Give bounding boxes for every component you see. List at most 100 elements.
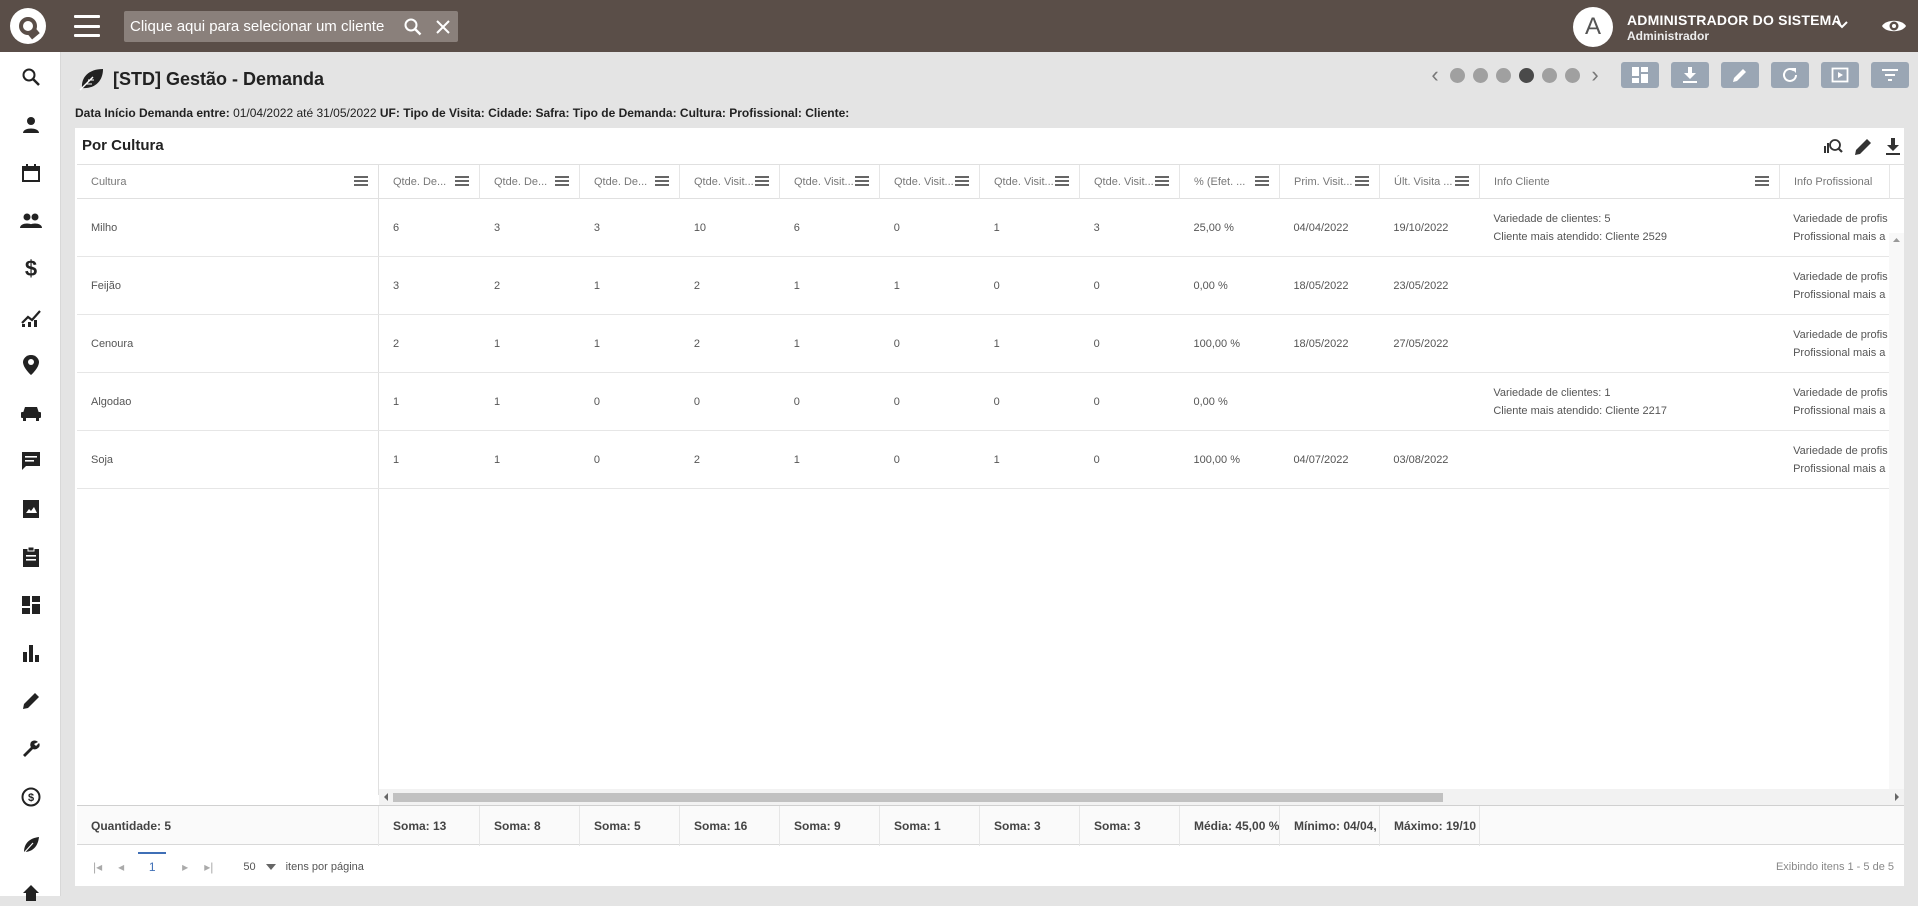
chevron-down-icon[interactable] bbox=[1834, 16, 1850, 37]
pencil-icon[interactable] bbox=[1852, 136, 1874, 158]
leaf-icon[interactable] bbox=[18, 832, 44, 858]
search-icon[interactable] bbox=[398, 11, 428, 42]
current-page[interactable]: 1 bbox=[138, 852, 167, 874]
column-header[interactable]: Qtde. De... bbox=[580, 165, 680, 199]
table-row[interactable]: Algodao bbox=[77, 373, 379, 431]
column-menu-icon[interactable] bbox=[1255, 175, 1269, 190]
column-header[interactable]: Qtde. De... bbox=[480, 165, 580, 199]
dollar-icon[interactable]: $ bbox=[18, 256, 44, 282]
column-menu-icon[interactable] bbox=[1055, 175, 1069, 190]
user-menu[interactable]: A ADMINISTRADOR DO SISTEMA Administrador bbox=[1573, 7, 1842, 47]
refresh-button[interactable] bbox=[1771, 62, 1809, 88]
column-header[interactable]: Info Profissional bbox=[1780, 165, 1890, 199]
page-dot-active[interactable] bbox=[1519, 67, 1534, 83]
client-search[interactable]: Clique aqui para selecionar um cliente bbox=[124, 11, 458, 42]
app-logo[interactable] bbox=[10, 8, 46, 44]
page-dot[interactable] bbox=[1542, 67, 1557, 83]
location-icon[interactable] bbox=[18, 352, 44, 378]
download-icon[interactable] bbox=[1882, 136, 1904, 158]
wrench-icon[interactable] bbox=[18, 736, 44, 762]
column-menu-icon[interactable] bbox=[555, 175, 569, 190]
column-header[interactable]: Qtde. Visit... bbox=[880, 165, 980, 199]
column-header[interactable]: Qtde. Visit... bbox=[1080, 165, 1180, 199]
vertical-scrollbar[interactable] bbox=[1889, 233, 1904, 823]
column-menu-icon[interactable] bbox=[655, 175, 669, 190]
image-icon[interactable] bbox=[18, 496, 44, 522]
column-header[interactable]: Info Cliente bbox=[1480, 165, 1780, 199]
table-row[interactable]: 2 1 1 2 1 0 1 0 100,00 % 18/05/2022 27/05/2022 Vari… bbox=[379, 315, 1889, 373]
person-icon[interactable] bbox=[18, 112, 44, 138]
last-page-icon[interactable]: ▸| bbox=[204, 860, 213, 874]
table-row[interactable]: Soja bbox=[77, 431, 379, 489]
money-history-icon[interactable]: $ bbox=[18, 784, 44, 810]
column-menu-icon[interactable] bbox=[1355, 175, 1369, 190]
table-row[interactable]: 1 1 0 0 0 0 0 0 0,00 % Variedade de clientes: 1 Cl… bbox=[379, 373, 1889, 431]
table-cell: 1 bbox=[593, 338, 600, 350]
column-menu-icon[interactable] bbox=[955, 175, 969, 190]
clipboard-icon[interactable] bbox=[18, 544, 44, 570]
column-header[interactable]: Prim. Visit... bbox=[1280, 165, 1380, 199]
column-menu-icon[interactable] bbox=[755, 175, 769, 190]
cell-info-cliente bbox=[1479, 257, 1779, 315]
table-cell: 3 bbox=[593, 222, 600, 234]
page-dot[interactable] bbox=[1473, 67, 1488, 83]
column-menu-icon[interactable] bbox=[1155, 175, 1169, 190]
chevron-left-icon[interactable]: ‹ bbox=[1428, 62, 1442, 87]
bar-chart-icon[interactable] bbox=[18, 640, 44, 666]
trending-icon[interactable] bbox=[18, 304, 44, 330]
people-icon[interactable] bbox=[18, 208, 44, 234]
column-menu-icon[interactable] bbox=[1455, 175, 1469, 190]
table-row[interactable]: 3 2 1 2 1 1 0 0 0,00 % 18/05/2022 23/05/2022 Varied… bbox=[379, 257, 1889, 315]
presentation-button[interactable] bbox=[1821, 62, 1859, 88]
avatar[interactable]: A bbox=[1573, 7, 1613, 47]
page-dot[interactable] bbox=[1496, 67, 1511, 83]
calendar-icon[interactable] bbox=[18, 160, 44, 186]
edit-button[interactable] bbox=[1721, 62, 1759, 88]
column-header[interactable]: Qtde. Visit... bbox=[780, 165, 880, 199]
column-menu-icon[interactable] bbox=[354, 175, 368, 190]
column-header[interactable]: Cultura bbox=[77, 165, 379, 199]
table-row[interactable]: 6 3 3 10 6 0 1 3 25,00 % 04/04/2022 19/10/2022 Vari… bbox=[379, 199, 1889, 257]
layout-button[interactable] bbox=[1621, 62, 1659, 88]
footer-aggregate: Mínimo: 04/04, bbox=[1280, 806, 1380, 846]
zoom-chart-icon[interactable] bbox=[1822, 136, 1844, 158]
dashboard-icon[interactable] bbox=[18, 592, 44, 618]
page-size-select[interactable]: 50 bbox=[243, 861, 276, 873]
car-icon[interactable] bbox=[18, 400, 44, 426]
cell-info-profissional: Variedade de profis Profissional mais a bbox=[1779, 199, 1889, 257]
table-row[interactable]: Milho bbox=[77, 199, 379, 257]
prev-page-icon[interactable]: ◂ bbox=[118, 860, 124, 874]
column-header[interactable]: % (Efet. ... bbox=[1180, 165, 1280, 199]
caret-down-icon[interactable] bbox=[265, 864, 276, 870]
table-cell: 2 bbox=[393, 338, 400, 350]
home-icon[interactable] bbox=[18, 880, 44, 906]
horizontal-scrollbar[interactable] bbox=[379, 789, 1904, 805]
column-menu-icon[interactable] bbox=[455, 175, 469, 190]
column-header[interactable]: Qtde. De... bbox=[379, 165, 480, 199]
clear-icon[interactable] bbox=[428, 11, 458, 42]
column-menu-icon[interactable] bbox=[1755, 175, 1769, 190]
download-button[interactable] bbox=[1671, 62, 1709, 88]
search-input[interactable]: Clique aqui para selecionar um cliente bbox=[124, 18, 398, 35]
chat-icon[interactable] bbox=[18, 448, 44, 474]
pencil-icon[interactable] bbox=[18, 688, 44, 714]
table-row[interactable]: 1 1 0 2 1 0 1 0 100,00 % 04/07/2022 03/08/2022 Vari… bbox=[379, 431, 1889, 489]
column-header[interactable]: Qtde. Visit... bbox=[980, 165, 1080, 199]
eye-icon[interactable] bbox=[1880, 14, 1908, 43]
scrollbar-thumb[interactable] bbox=[393, 793, 1443, 802]
filter-button[interactable] bbox=[1871, 62, 1909, 88]
column-menu-icon[interactable] bbox=[855, 175, 869, 190]
page-dot[interactable] bbox=[1565, 67, 1580, 83]
column-header[interactable]: Últ. Visita ... bbox=[1380, 165, 1480, 199]
table-row[interactable]: Feijão bbox=[77, 257, 379, 315]
first-page-icon[interactable]: |◂ bbox=[93, 860, 102, 874]
sidebar-search-icon[interactable] bbox=[18, 64, 44, 90]
table-cell: 25,00 % bbox=[1193, 222, 1234, 234]
chevron-right-icon[interactable]: › bbox=[1588, 62, 1602, 87]
table-row[interactable]: Cenoura bbox=[77, 315, 379, 373]
menu-icon[interactable] bbox=[74, 15, 100, 37]
page-size-value[interactable]: 50 bbox=[243, 861, 255, 873]
column-header[interactable]: Qtde. Visit... bbox=[680, 165, 780, 199]
page-dot[interactable] bbox=[1450, 67, 1465, 83]
next-page-icon[interactable]: ▸ bbox=[182, 860, 188, 874]
